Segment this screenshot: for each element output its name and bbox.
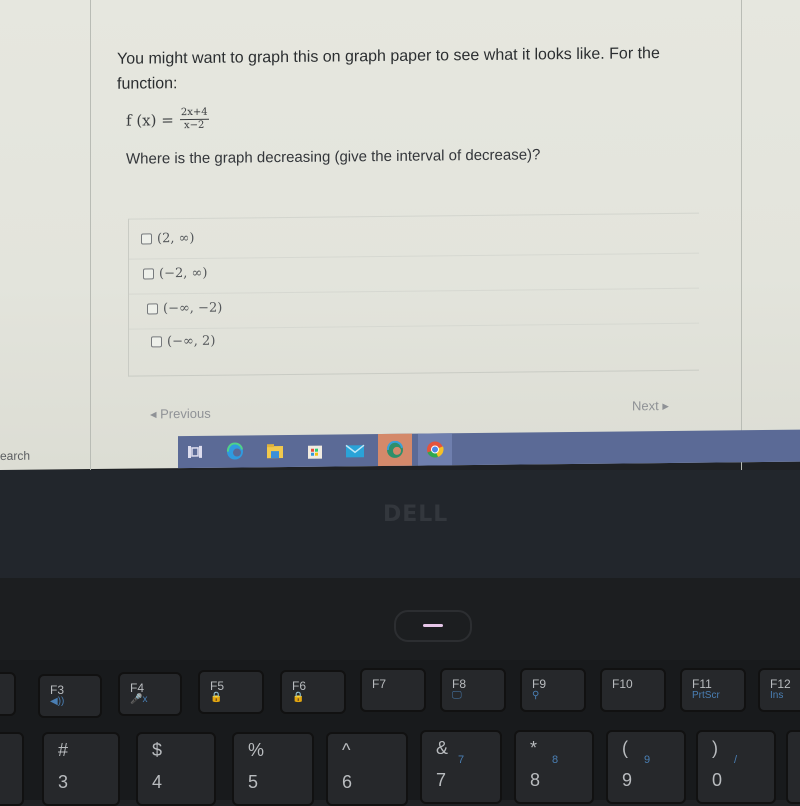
key-f10[interactable]: F10 bbox=[600, 668, 666, 712]
brand-logo: DELL bbox=[383, 502, 449, 527]
denominator: x−2 bbox=[184, 119, 205, 132]
option-label: (2, ∞) bbox=[157, 230, 195, 247]
mail-icon[interactable] bbox=[338, 434, 372, 466]
function-formula: f (x) = 2x+4 x−2 bbox=[126, 107, 209, 132]
power-button[interactable] bbox=[394, 610, 472, 642]
answer-options: (2, ∞) (−2, ∞) (−∞, −2) (−∞, 2) bbox=[128, 212, 699, 377]
key-f5[interactable]: F5 🔒 bbox=[198, 670, 264, 714]
power-led bbox=[423, 624, 443, 627]
option-label: (−∞, −2) bbox=[163, 300, 223, 317]
numerator: 2x+4 bbox=[179, 107, 209, 121]
option-label: (−∞, 2) bbox=[167, 333, 216, 350]
laptop-bezel: DELL bbox=[0, 470, 800, 580]
store-icon[interactable] bbox=[298, 435, 332, 467]
option-1[interactable]: (2, ∞) bbox=[141, 231, 195, 247]
key-4[interactable]: $4 bbox=[136, 732, 216, 806]
task-view-icon[interactable] bbox=[178, 436, 212, 468]
option-2[interactable]: (−2, ∞) bbox=[143, 266, 207, 282]
key-7[interactable]: & 7 7 bbox=[420, 730, 502, 804]
checkbox[interactable] bbox=[141, 233, 152, 245]
key-f4[interactable]: F4 🎤x bbox=[118, 672, 182, 716]
key-f12[interactable]: F12 Ins bbox=[758, 668, 800, 712]
key-6[interactable]: ^ 6 bbox=[326, 732, 408, 806]
key-0[interactable]: )/0 bbox=[696, 730, 776, 804]
fraction: 2x+4 x−2 bbox=[179, 107, 209, 132]
question-intro: You might want to graph this on graph pa… bbox=[117, 45, 660, 93]
key-9[interactable]: (9 9 bbox=[606, 730, 686, 804]
key-minus[interactable] bbox=[786, 730, 800, 804]
option-4[interactable]: (−∞, 2) bbox=[151, 334, 215, 350]
divider bbox=[129, 322, 699, 330]
key-2[interactable] bbox=[0, 732, 24, 806]
next-button[interactable]: Next ▸ bbox=[632, 398, 669, 414]
key-3[interactable]: #3 bbox=[42, 732, 120, 806]
key-f2[interactable] bbox=[0, 672, 16, 716]
checkbox[interactable] bbox=[151, 336, 162, 348]
key-5[interactable]: % 5 bbox=[232, 732, 314, 806]
file-explorer-icon[interactable] bbox=[258, 435, 292, 467]
key-8[interactable]: * 8 8 bbox=[514, 730, 594, 804]
laptop-hinge bbox=[0, 578, 800, 660]
option-3[interactable]: (−∞, −2) bbox=[147, 301, 222, 317]
checkbox[interactable] bbox=[143, 268, 154, 280]
key-f7[interactable]: F7 bbox=[360, 668, 426, 712]
laptop-screen: You might want to graph this on graph pa… bbox=[0, 0, 800, 490]
option-label: (−2, ∞) bbox=[159, 265, 208, 282]
previous-button[interactable]: ◂ Previous bbox=[150, 406, 211, 423]
key-f6[interactable]: F6 🔒 bbox=[280, 670, 346, 714]
key-f9[interactable]: F9 ⚲ bbox=[520, 668, 586, 712]
chrome-icon[interactable] bbox=[418, 433, 452, 466]
function-lhs: f (x) = bbox=[126, 110, 174, 130]
edge-icon[interactable] bbox=[218, 435, 252, 467]
checkbox[interactable] bbox=[147, 303, 158, 315]
taskbar bbox=[178, 429, 800, 469]
keyboard: F3 ◀)) F4 🎤x F5 🔒 F6 🔒 F7 F8 🖵 F9 ⚲ F10 F11 Prt… bbox=[0, 660, 800, 806]
key-f3[interactable]: F3 ◀)) bbox=[38, 674, 102, 718]
divider bbox=[129, 252, 699, 260]
edge-dev-icon[interactable] bbox=[378, 433, 412, 467]
key-f11[interactable]: F11 PrtScr bbox=[680, 668, 746, 712]
taskbar-search[interactable]: earch bbox=[0, 449, 30, 463]
divider bbox=[129, 287, 699, 295]
key-f8[interactable]: F8 🖵 bbox=[440, 668, 506, 712]
